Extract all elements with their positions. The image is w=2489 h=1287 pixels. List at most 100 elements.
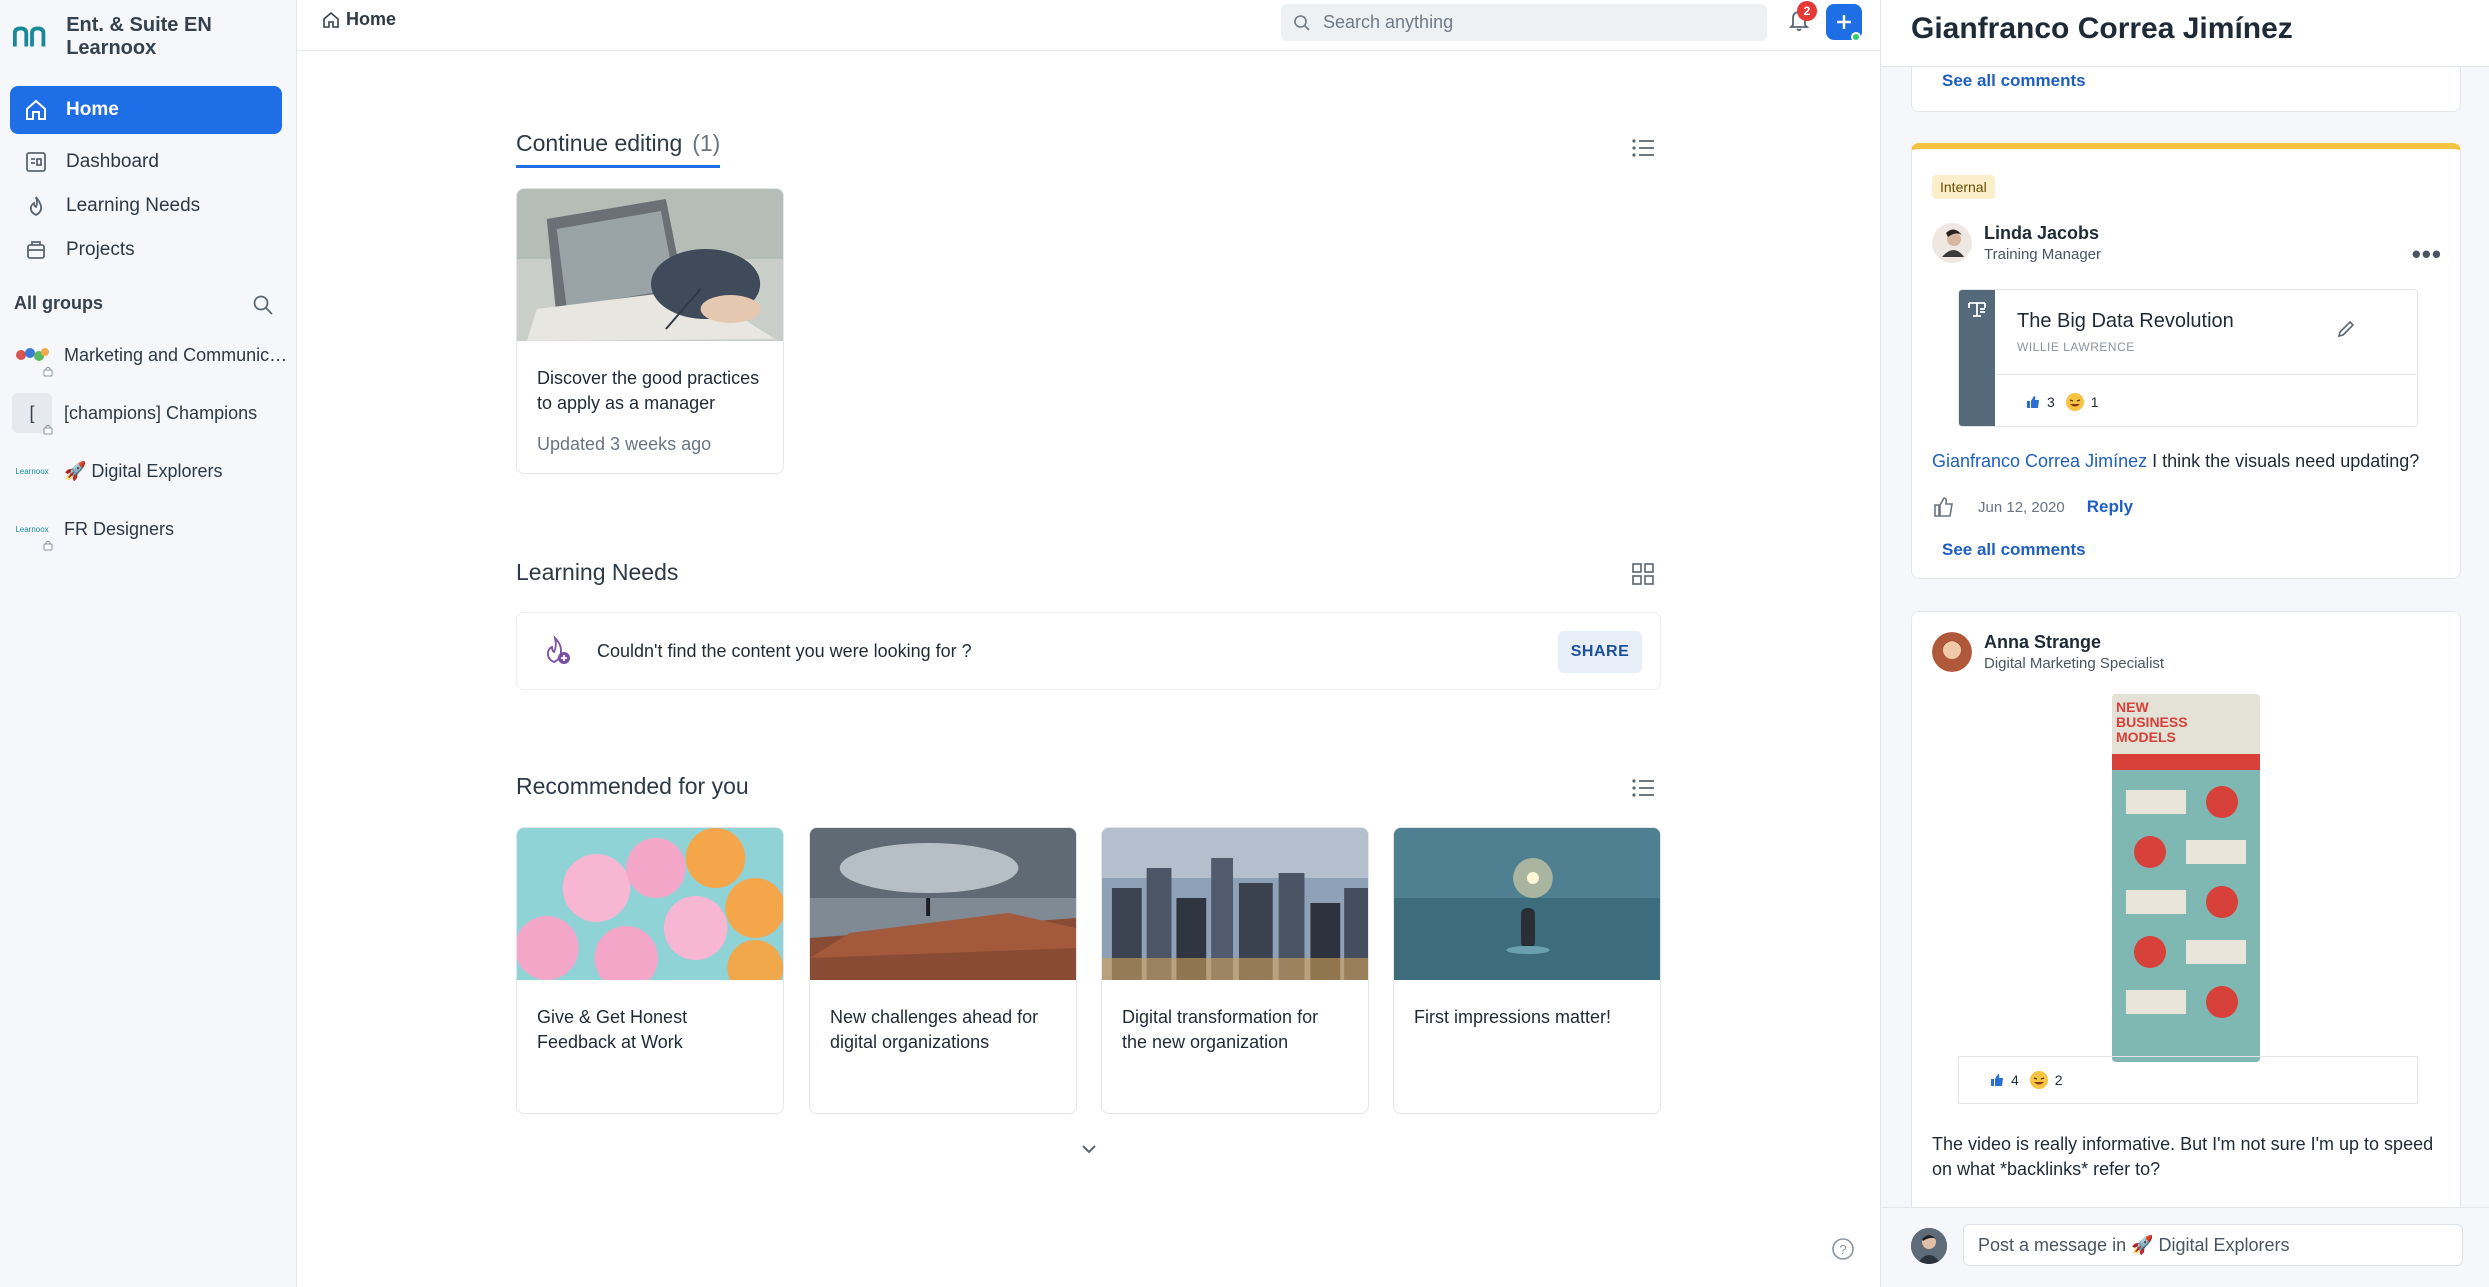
recommended-card[interactable]: Give & Get Honest Feedback at Work [516, 827, 784, 1114]
embed-body: The Big Data Revolution WILLIE LAWRENCE … [1995, 290, 2417, 426]
sidebar-item-projects[interactable]: Projects [10, 226, 282, 274]
embed-title: The Big Data Revolution [2017, 310, 2234, 332]
document-icon [1968, 302, 1986, 317]
sidebar-group-digital-explorers[interactable]: Learnoox 🚀 Digital Explorers [12, 451, 290, 491]
grid-view-icon[interactable] [1630, 562, 1656, 586]
group-avatar: Learnoox [12, 451, 52, 491]
plus-icon [1837, 15, 1851, 29]
dashboard-icon [26, 152, 46, 172]
thumbs-up-icon[interactable] [1932, 495, 1956, 519]
comment-date: Jun 12, 2020 [1978, 498, 2065, 516]
like-reaction[interactable]: 3 [2025, 394, 2055, 410]
laugh-count: 2 [2054, 1072, 2063, 1088]
content-card[interactable]: Discover the good practices to apply as … [516, 188, 784, 474]
sidebar-item-learning-needs[interactable]: Learning Needs [10, 182, 282, 230]
recommended-card[interactable]: Digital transformation for the new organ… [1101, 827, 1369, 1114]
see-all-comments-link[interactable]: See all comments [1942, 71, 2086, 91]
message-input[interactable] [1963, 1224, 2463, 1266]
author-name: Linda Jacobs [1984, 223, 2100, 243]
learning-need-prompt: Couldn't find the content you were looki… [516, 612, 1661, 690]
lock-icon [43, 424, 53, 435]
card-title: Digital transformation for the new organ… [1122, 1007, 1319, 1052]
comment-meta: Jun 12, 2020 Reply [1932, 495, 2133, 519]
sparkler-sea-image [1394, 828, 1660, 980]
recommended-card[interactable]: New challenges ahead for digital organiz… [809, 827, 1077, 1114]
home-icon [323, 11, 339, 28]
reply-button[interactable]: Reply [2087, 497, 2133, 517]
learning-needs-title: Learning Needs [516, 559, 679, 585]
laughing-emoji-icon [2065, 392, 2084, 411]
post-text: The video is really informative. But I'm… [1932, 1134, 2434, 1179]
city-image [1102, 828, 1368, 980]
post-author[interactable]: Anna Strange Digital Marketing Specialis… [1932, 632, 2164, 672]
embed-sidebar [1959, 290, 1995, 426]
balloons-image [517, 828, 783, 996]
more-options-icon[interactable]: ••• [2412, 239, 2442, 270]
author-role: Training Manager [1984, 246, 2102, 263]
brand-name: Ent. & Suite EN Learnoox [66, 14, 212, 59]
notification-badge: 2 [1797, 1, 1817, 21]
online-status-dot [1851, 32, 1861, 42]
message-composer [1881, 1207, 2489, 1287]
brand[interactable]: Ent. & Suite EN Learnoox [12, 14, 296, 60]
panel-header: Gianfranco Correa Jimínez [1881, 0, 2489, 67]
chevron-down-icon[interactable] [1078, 1138, 1100, 1160]
comment-author-link[interactable]: Gianfranco Correa Jimínez [1932, 451, 2147, 471]
group-avatar [12, 335, 53, 377]
comment-text: I think the visuals need updating? [2152, 451, 2420, 471]
laugh-reaction[interactable]: 1 [2065, 392, 2099, 412]
laugh-reaction[interactable]: 2 [2029, 1070, 2063, 1090]
learnoox-logo-icon [12, 26, 46, 47]
see-all-comments-link[interactable]: See all comments [1942, 540, 2086, 560]
continue-editing-title[interactable]: Continue editing (1) [516, 130, 720, 157]
search-icon[interactable] [252, 294, 274, 316]
group-name: [champions] Champions [64, 402, 258, 423]
card-title: Discover the good practices to apply as … [537, 368, 760, 413]
sidebar-item-label: Learning Needs [66, 195, 201, 216]
sidebar-item-label: Dashboard [66, 151, 159, 172]
group-name: Marketing and Communications [64, 344, 290, 365]
flame-icon [29, 196, 43, 217]
canyon-image [810, 828, 1076, 980]
like-count: 3 [2047, 393, 2055, 410]
topbar: Home 2 [298, 0, 1880, 51]
post-card: Internal Linda Jacobs Training Manager •… [1911, 143, 2461, 579]
sidebar-item-home[interactable]: Home [10, 86, 282, 134]
infographic-body [2112, 754, 2260, 1062]
sidebar-group-marketing[interactable]: Marketing and Communications [12, 335, 290, 377]
sidebar-group-fr-designers[interactable]: Learnoox FR Designers [12, 509, 290, 551]
learning-need-text: Couldn't find the content you were looki… [597, 640, 972, 661]
post-author[interactable]: Linda Jacobs Training Manager [1932, 223, 2101, 263]
search-bar[interactable] [1281, 4, 1767, 41]
infographic-title: NEW BUSINESS MODELS [2116, 699, 2188, 745]
help-icon[interactable]: ? [1831, 1237, 1855, 1261]
search-input[interactable] [1323, 12, 1743, 33]
card-title: First impressions matter! [1414, 1007, 1612, 1027]
pencil-icon[interactable] [2335, 318, 2357, 340]
laughing-emoji-icon [2029, 1071, 2048, 1089]
laugh-count: 1 [2090, 393, 2099, 410]
sidebar-item-dashboard[interactable]: Dashboard [10, 138, 282, 186]
profile-name: Gianfranco Correa Jimínez [1911, 12, 2293, 45]
embedded-content[interactable]: The Big Data Revolution WILLIE LAWRENCE … [1958, 289, 2418, 427]
tab-underline [516, 165, 720, 168]
embed-author: WILLIE LAWRENCE [2017, 340, 2135, 354]
card-updated: Updated 3 weeks ago [537, 434, 712, 454]
share-button[interactable]: SHARE [1558, 631, 1642, 673]
list-view-icon[interactable] [1630, 776, 1656, 800]
card-image [517, 189, 783, 341]
svg-text:?: ? [1839, 1242, 1846, 1257]
group-avatar-letter: [ [29, 402, 35, 423]
group-name: 🚀 Digital Explorers [64, 460, 223, 481]
group-avatar: Learnoox [12, 509, 53, 551]
continue-editing-count: (1) [692, 130, 721, 156]
list-view-icon[interactable] [1630, 136, 1656, 160]
section-title-text: Continue editing [516, 130, 683, 156]
lock-icon [43, 540, 53, 551]
recommended-card[interactable]: First impressions matter! [1393, 827, 1661, 1114]
infographic-image[interactable]: NEW BUSINESS MODELS [2112, 694, 2260, 1062]
sidebar-group-champions[interactable]: [ [champions] Champions [12, 393, 290, 435]
avatar [1932, 632, 1972, 672]
like-reaction[interactable]: 4 [1989, 1072, 2019, 1088]
breadcrumb[interactable]: Home [322, 9, 396, 30]
